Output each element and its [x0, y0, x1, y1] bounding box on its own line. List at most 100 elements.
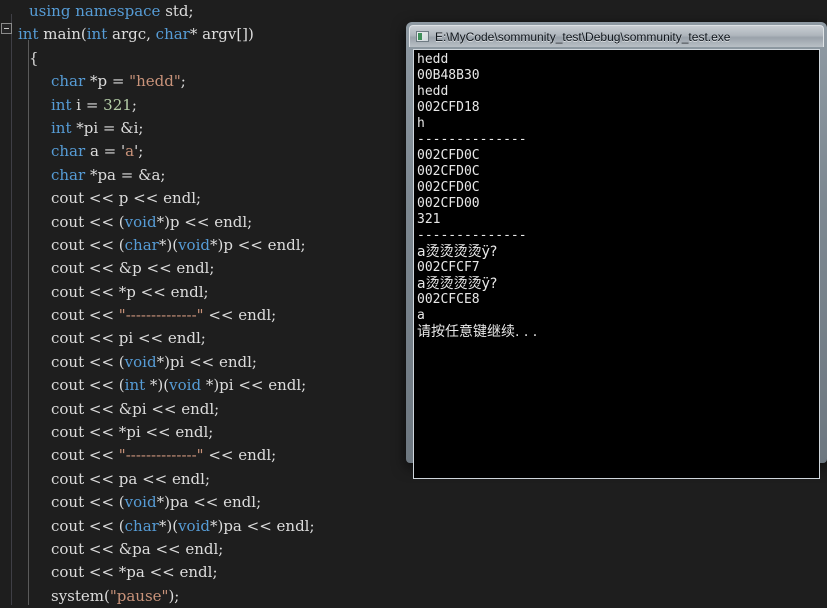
code-token: << endl; [203, 446, 277, 465]
console-title-text: E:\MyCode\sommunity_test\Debug\sommunity… [435, 29, 731, 44]
code-token: cout << pi << endl; [51, 329, 206, 348]
console-output-line: 002CFCE8 [417, 292, 480, 307]
code-token: cout << *pa << endl; [51, 563, 218, 582]
code-line[interactable]: char *p = "hedd"; [0, 70, 400, 93]
code-token: void [178, 516, 210, 535]
console-output-line: -------------- [417, 228, 527, 243]
code-token: *)pi << endl; [201, 376, 307, 395]
console-output-line: 002CFD00 [417, 196, 480, 211]
code-line[interactable]: cout << *p << endl; [0, 281, 400, 304]
code-token: *)p << endl; [209, 235, 306, 254]
code-token: cout << &pa << endl; [51, 539, 224, 558]
code-token: std; [165, 2, 194, 20]
console-output-line: a烫烫烫烫ÿ? [417, 276, 498, 292]
console-app-icon [416, 31, 429, 42]
code-token: cout << *pi << endl; [51, 423, 214, 442]
console-output-line: 002CFD0C [417, 164, 480, 179]
code-token: "hedd" [129, 72, 181, 91]
code-line[interactable]: cout << &p << endl; [0, 257, 400, 280]
code-token: *p = [89, 72, 130, 91]
code-token: << endl; [203, 306, 277, 325]
code-token: cout << p << endl; [51, 189, 202, 208]
code-line[interactable]: cout << &pi << endl; [0, 398, 400, 421]
code-token: *)( [158, 516, 179, 535]
code-line[interactable]: cout << (char*)(void*)p << endl; [0, 234, 400, 257]
code-token: char [51, 142, 90, 161]
console-output-line: 002CFD0C [417, 148, 480, 163]
code-line[interactable]: cout << (void*)pi << endl; [0, 351, 400, 374]
code-token: void [169, 376, 202, 395]
code-line[interactable]: cout << (void*)pa << endl; [0, 491, 400, 514]
code-token: system( [51, 586, 110, 605]
code-token: *)pa << endl; [209, 516, 315, 535]
code-token: *)p << endl; [156, 212, 253, 231]
console-output-line: 002CFCF7 [417, 260, 480, 275]
code-token: 321 [103, 95, 132, 114]
code-line[interactable]: cout << (char*)(void*)pa << endl; [0, 515, 400, 538]
code-token: ); [168, 586, 180, 605]
code-line[interactable]: { [0, 47, 400, 70]
code-token: char [51, 165, 90, 184]
code-token: int [124, 376, 146, 395]
code-line[interactable]: cout << "--------------" << endl; [0, 304, 400, 327]
code-line[interactable]: int *pi = &i; [0, 117, 400, 140]
console-window[interactable]: E:\MyCode\sommunity_test\Debug\sommunity… [406, 22, 827, 479]
console-titlebar[interactable]: E:\MyCode\sommunity_test\Debug\sommunity… [409, 25, 824, 47]
code-token: char [124, 516, 159, 535]
code-token: char [124, 235, 159, 254]
app-root: using namespace std; int main(int argc, c… [0, 0, 827, 605]
code-token: cout << [51, 446, 119, 465]
code-line[interactable]: cout << (void*)p << endl; [0, 211, 400, 234]
console-output-line: h [417, 116, 425, 131]
code-line[interactable]: using namespace std; [0, 0, 400, 23]
code-token: *pa = &a; [89, 165, 166, 184]
code-line[interactable]: cout << pa << endl; [0, 468, 400, 491]
code-line[interactable]: cout << "--------------" << endl; [0, 444, 400, 467]
code-token: cout << ( [51, 212, 125, 231]
code-token: char [155, 25, 190, 44]
code-token: * argv[]) [189, 25, 254, 44]
code-line[interactable]: cout << (int *)(void *)pi << endl; [0, 374, 400, 397]
console-output-area[interactable]: hedd 00B48B30 hedd 002CFD18 h -------------- 0… [413, 49, 820, 479]
code-token: *pi = &i; [76, 118, 144, 137]
code-token: a = ' [89, 142, 126, 161]
code-token: main( [43, 25, 87, 44]
code-line[interactable]: int i = 321; [0, 94, 400, 117]
code-token: { [29, 48, 39, 67]
console-output-line: 321 [417, 212, 441, 227]
code-token: cout << &p << endl; [51, 259, 215, 278]
code-token: '; [134, 142, 144, 161]
code-token: namespace [75, 2, 166, 20]
code-token: char [51, 72, 90, 91]
console-output-line: hedd [417, 52, 449, 67]
code-line[interactable]: cout << &pa << endl; [0, 538, 400, 561]
code-token: int [51, 95, 77, 114]
code-token: argc, [112, 25, 156, 44]
code-token: cout << &pi << endl; [51, 399, 220, 418]
code-line[interactable]: cout << p << endl; [0, 187, 400, 210]
console-output-line: a烫烫烫烫ÿ? [417, 244, 498, 260]
code-token: cout << ( [51, 352, 125, 371]
code-token: void [178, 235, 210, 254]
code-token: int [51, 118, 77, 137]
code-line[interactable]: int main(int argc, char* argv[]) [0, 23, 400, 46]
code-line[interactable]: char a = 'a'; [0, 140, 400, 163]
code-line[interactable]: cout << *pi << endl; [0, 421, 400, 444]
code-token: cout << ( [51, 235, 125, 254]
code-lines-container: using namespace std; int main(int argc, c… [0, 0, 400, 608]
console-output-line: hedd [417, 84, 449, 99]
console-output-line: a [417, 308, 425, 323]
console-output-line: 请按任意键继续. . . [417, 324, 538, 340]
code-token: cout << ( [51, 516, 125, 535]
console-output-line: 00B48B30 [417, 68, 480, 83]
code-line[interactable]: cout << *pa << endl; [0, 561, 400, 584]
code-token: ; [180, 72, 186, 91]
console-output-line: 002CFD18 [417, 100, 480, 115]
code-token: cout << pa << endl; [51, 469, 211, 488]
code-line[interactable]: cout << pi << endl; [0, 327, 400, 350]
code-token: cout << [51, 306, 119, 325]
code-token: int [18, 25, 44, 44]
code-token: *)pa << endl; [156, 493, 262, 512]
code-token: void [124, 493, 157, 512]
code-line[interactable]: char *pa = &a; [0, 164, 400, 187]
